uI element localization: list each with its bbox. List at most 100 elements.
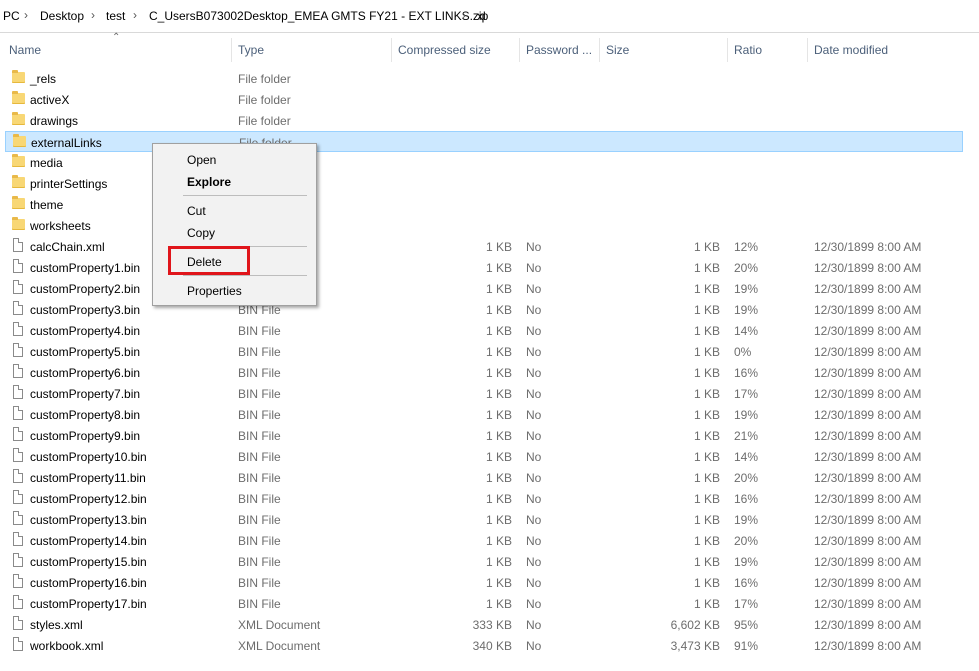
menu-item-explore[interactable]: Explore <box>187 175 231 189</box>
column-header-password[interactable]: Password ... <box>526 43 592 57</box>
file-date-modified: 12/30/1899 8:00 AM <box>814 240 922 254</box>
file-compressed-size: 333 KB <box>472 618 512 632</box>
column-header-size[interactable]: Size <box>606 43 629 57</box>
folder-icon <box>12 196 25 209</box>
file-row[interactable]: customProperty3.bin BIN File 1 KB No 1 KB 19%… <box>5 299 963 320</box>
file-date-modified: 12/30/1899 8:00 AM <box>814 597 922 611</box>
file-type: BIN File <box>238 366 281 380</box>
file-name: customProperty12.bin <box>30 492 147 506</box>
file-name: customProperty6.bin <box>30 366 141 380</box>
file-row[interactable]: customProperty5.bin BIN File 1 KB No 1 KB 0% 1… <box>5 341 963 362</box>
file-size: 1 KB <box>693 324 720 338</box>
file-row[interactable]: customProperty2.bin 1 KB No 1 KB 19% 12/30/18… <box>5 278 963 299</box>
column-divider[interactable] <box>727 38 728 62</box>
column-header-type[interactable]: Type <box>238 43 264 57</box>
file-row[interactable]: customProperty7.bin BIN File 1 KB No 1 KB 17%… <box>5 383 963 404</box>
file-row[interactable]: activeX File folder <box>5 89 963 110</box>
file-row[interactable]: customProperty10.bin BIN File 1 KB No 1 KB 14… <box>5 446 963 467</box>
file-row[interactable]: printerSettings <box>5 173 963 194</box>
file-password: No <box>526 534 542 548</box>
file-ratio: 12% <box>734 240 759 254</box>
file-row[interactable]: customProperty15.bin BIN File 1 KB No 1 KB 19… <box>5 551 963 572</box>
file-name: calcChain.xml <box>30 240 105 254</box>
menu-item-open[interactable]: Open <box>187 153 216 167</box>
file-password: No <box>526 387 542 401</box>
file-compressed-size: 1 KB <box>485 450 512 464</box>
folder-icon <box>12 70 25 83</box>
file-row[interactable]: theme <box>5 194 963 215</box>
file-ratio: 16% <box>734 576 759 590</box>
file-row[interactable]: customProperty11.bin BIN File 1 KB No 1 KB 20… <box>5 467 963 488</box>
file-ratio: 95% <box>734 618 759 632</box>
column-divider[interactable] <box>231 38 232 62</box>
breadcrumb-item-test[interactable]: test <box>106 9 125 23</box>
file-password: No <box>526 240 542 254</box>
file-icon <box>13 595 23 609</box>
chevron-right-icon[interactable]: › <box>462 8 466 22</box>
file-date-modified: 12/30/1899 8:00 AM <box>814 282 922 296</box>
file-row[interactable]: customProperty13.bin BIN File 1 KB No 1 KB 19… <box>5 509 963 530</box>
file-row[interactable]: calcChain.xmlt1 KBNo1 KB12%12/30/1899 8:… <box>5 236 963 257</box>
file-row[interactable]: externalLinksFile folder <box>5 131 963 152</box>
column-header-date-modified[interactable]: Date modified <box>814 43 888 57</box>
file-password: No <box>526 618 542 632</box>
file-row[interactable]: _rels File folder <box>5 68 963 89</box>
file-compressed-size: 1 KB <box>485 471 512 485</box>
file-row[interactable]: customProperty1.bin 1 KB No 1 KB 20% 12/30/18… <box>5 257 963 278</box>
file-ratio: 20% <box>734 534 759 548</box>
menu-item-cut[interactable]: Cut <box>187 204 206 218</box>
file-row[interactable]: customProperty14.bin BIN File 1 KB No 1 KB 20… <box>5 530 963 551</box>
file-row[interactable]: customProperty12.bin BIN File 1 KB No 1 KB 16… <box>5 488 963 509</box>
file-date-modified: 12/30/1899 8:00 AM <box>814 576 922 590</box>
file-date-modified: 12/30/1899 8:00 AM <box>814 534 922 548</box>
file-row[interactable]: customProperty4.bin BIN File 1 KB No 1 KB 14%… <box>5 320 963 341</box>
file-compressed-size: 1 KB <box>485 366 512 380</box>
file-row[interactable]: customProperty16.bin BIN File 1 KB No 1 KB 16… <box>5 572 963 593</box>
file-row[interactable]: workbook.xml XML Document 340 KB No 3,473 KB… <box>5 635 963 656</box>
menu-item-copy[interactable]: Copy <box>187 226 215 240</box>
breadcrumb-item-desktop[interactable]: Desktop <box>40 9 84 23</box>
file-type: BIN File <box>238 576 281 590</box>
file-ratio: 14% <box>734 324 759 338</box>
file-row[interactable]: worksheets <box>5 215 963 236</box>
file-type: File folder <box>238 114 291 128</box>
column-divider[interactable] <box>599 38 600 62</box>
breadcrumb-item-xl[interactable]: xl <box>477 9 486 23</box>
chevron-right-icon[interactable]: › <box>133 8 137 22</box>
file-type: BIN File <box>238 345 281 359</box>
file-date-modified: 12/30/1899 8:00 AM <box>814 387 922 401</box>
folder-icon <box>12 217 25 230</box>
file-size: 3,473 KB <box>670 639 720 653</box>
file-size: 1 KB <box>693 471 720 485</box>
file-row[interactable]: customProperty6.bin BIN File 1 KB No 1 KB 16%… <box>5 362 963 383</box>
file-compressed-size: 1 KB <box>485 261 512 275</box>
file-type: XML Document <box>238 618 321 632</box>
menu-item-properties[interactable]: Properties <box>187 284 242 298</box>
file-row[interactable]: customProperty8.bin BIN File 1 KB No 1 KB 19%… <box>5 404 963 425</box>
context-menu: Open Explore Cut Copy Delete Properties <box>152 143 317 306</box>
chevron-right-icon[interactable]: › <box>91 8 95 22</box>
column-divider[interactable] <box>391 38 392 62</box>
file-row[interactable]: styles.xml XML Document 333 KB No 6,602 KB 95… <box>5 614 963 635</box>
column-header-compressed-size[interactable]: Compressed size <box>398 43 491 57</box>
file-row[interactable]: media <box>5 152 963 173</box>
file-compressed-size: 1 KB <box>485 534 512 548</box>
file-ratio: 16% <box>734 366 759 380</box>
file-row[interactable]: customProperty9.bin BIN File 1 KB No 1 KB 21%… <box>5 425 963 446</box>
breadcrumb-item-zip[interactable]: C_UsersB073002Desktop_EMEA GMTS FY21 - E… <box>149 9 488 23</box>
file-ratio: 91% <box>734 639 759 653</box>
file-row[interactable]: drawings File folder <box>5 110 963 131</box>
column-divider[interactable] <box>519 38 520 62</box>
file-password: No <box>526 324 542 338</box>
file-password: No <box>526 492 542 506</box>
file-icon <box>13 406 23 420</box>
file-name: customProperty15.bin <box>30 555 147 569</box>
column-header-ratio[interactable]: Ratio <box>734 43 762 57</box>
file-row[interactable]: customProperty17.bin BIN File 1 KB No 1 KB 17… <box>5 593 963 614</box>
chevron-right-icon[interactable]: › <box>24 8 28 22</box>
breadcrumb-item-pc[interactable]: PC <box>3 9 20 23</box>
column-header-name[interactable]: Name <box>9 43 41 57</box>
file-type: XML Document <box>238 639 321 653</box>
file-date-modified: 12/30/1899 8:00 AM <box>814 303 922 317</box>
column-divider[interactable] <box>807 38 808 62</box>
